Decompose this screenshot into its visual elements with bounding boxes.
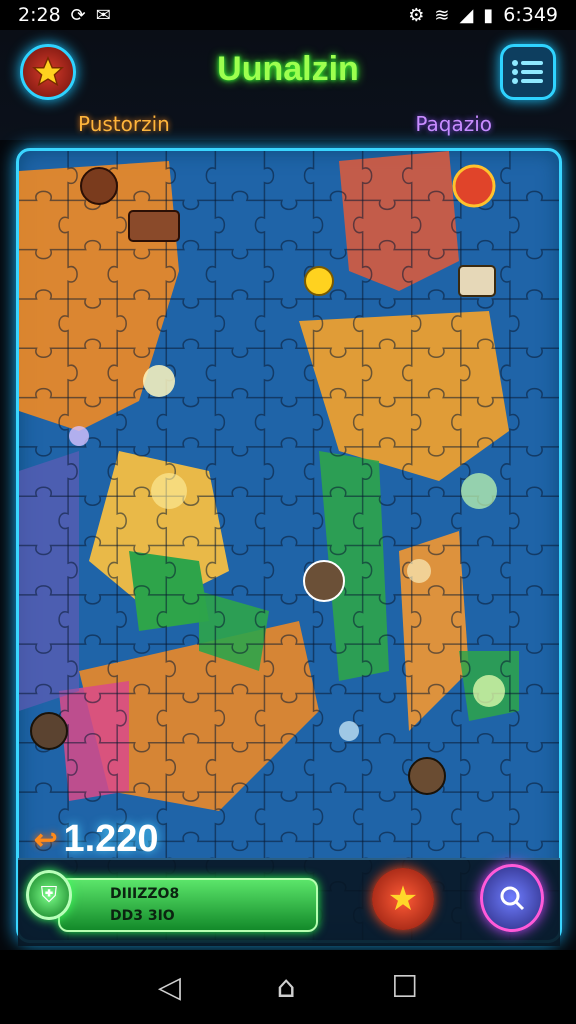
sync-icon: ⟳ — [70, 4, 86, 26]
bottom-panel: DIIIZZO8 DD3 3IO — [18, 858, 560, 946]
land-lower-right — [399, 531, 469, 731]
battery-icon: ▮ — [483, 4, 494, 26]
wifi-icon: ≋ — [434, 4, 450, 26]
sparkle — [473, 675, 505, 707]
character-piece[interactable] — [30, 712, 68, 750]
progress-text-2: DD3 3IO — [110, 908, 175, 924]
notification-icon: ✉ — [95, 4, 111, 26]
navigation-bar: ◁ ⌂ ☐ — [0, 950, 576, 1024]
game-header: Uunalzin Pustorzin Paqazio — [0, 30, 576, 140]
shield-icon[interactable]: ⛨ — [26, 870, 72, 920]
status-time-right: 6:349 — [503, 4, 558, 26]
status-time: 2:28 — [18, 4, 61, 26]
character-piece[interactable] — [408, 757, 446, 795]
sparkle — [143, 365, 175, 397]
status-bar: 2:28 ⟳ ✉ ⚙ ≋ ◢ ▮ 6:349 — [0, 0, 576, 30]
signal-icon: ◢ — [459, 4, 474, 26]
character-piece[interactable] — [452, 164, 496, 208]
land-top-right — [339, 151, 459, 291]
land-purple-left — [19, 451, 79, 711]
progress-bar[interactable]: DIIIZZO8 DD3 3IO — [58, 878, 318, 932]
character-piece[interactable] — [128, 210, 180, 242]
magnifier-icon — [500, 886, 525, 911]
character-piece[interactable] — [304, 266, 334, 296]
character-piece[interactable] — [458, 265, 496, 297]
character-piece[interactable] — [80, 167, 118, 205]
sparkle — [151, 473, 187, 509]
sparkle — [407, 559, 431, 583]
score-value: 1.220 — [63, 818, 159, 860]
settings-icon: ⚙ — [408, 4, 425, 26]
score-display: ↩ 1.220 — [34, 818, 159, 861]
character-piece[interactable] — [303, 560, 345, 602]
progress-text-1: DIIIZZO8 — [110, 886, 180, 902]
game-title: Uunalzin — [217, 50, 359, 88]
recents-icon[interactable]: ☐ — [391, 970, 418, 1005]
grid-line — [19, 437, 559, 457]
menu-icon — [512, 60, 543, 84]
left-label: Pustorzin — [78, 112, 170, 136]
land-pink-left — [59, 681, 129, 801]
sparkle — [69, 426, 89, 446]
star-powerup-button[interactable]: ★ — [372, 868, 434, 930]
home-icon[interactable]: ⌂ — [277, 970, 296, 1005]
back-icon[interactable]: ◁ — [158, 970, 181, 1005]
right-label: Paqazio — [415, 112, 492, 136]
grid-line — [19, 585, 559, 605]
menu-button[interactable] — [500, 44, 556, 100]
sparkle — [461, 473, 497, 509]
sparkle — [339, 721, 359, 741]
hook-icon: ↩ — [34, 824, 58, 855]
hint-button[interactable] — [480, 864, 544, 932]
